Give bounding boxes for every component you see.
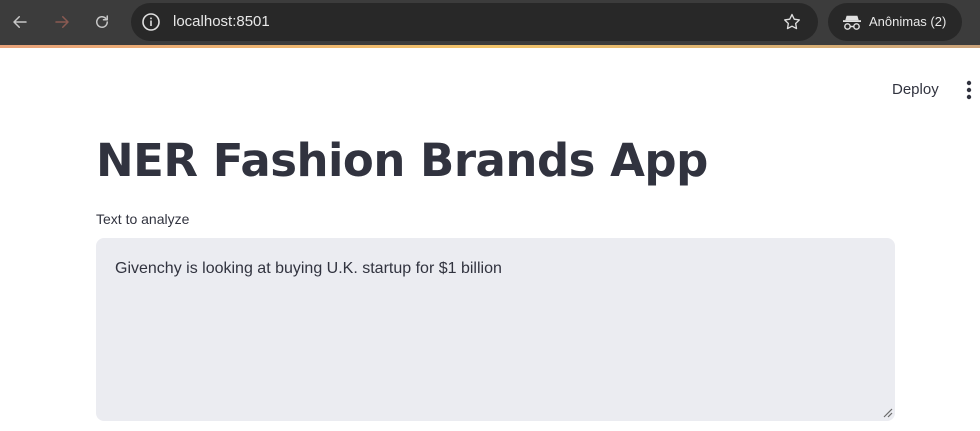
arrow-right-icon: [55, 16, 69, 28]
url-text[interactable]: localhost:8501: [173, 3, 270, 41]
reload-icon: [96, 15, 108, 28]
address-bar[interactable]: localhost:8501: [131, 3, 818, 41]
text-input-label: Text to analyze: [96, 211, 190, 227]
incognito-label: Anônimas (2): [869, 14, 947, 29]
incognito-icon: [843, 15, 861, 30]
resize-handle-icon[interactable]: [882, 407, 893, 418]
loading-bar: [0, 45, 980, 48]
reload-button[interactable]: [90, 10, 114, 34]
browser-toolbar: localhost:8501 Anônimas (2): [0, 0, 980, 45]
star-icon[interactable]: [782, 12, 802, 32]
arrow-left-icon: [13, 16, 27, 28]
info-icon[interactable]: [141, 12, 161, 32]
text-to-analyze-input[interactable]: Givenchy is looking at buying U.K. start…: [96, 238, 895, 421]
kebab-menu-icon[interactable]: [960, 78, 978, 102]
forward-button[interactable]: [50, 10, 74, 34]
page-title: NER Fashion Brands App: [96, 134, 708, 187]
incognito-indicator[interactable]: Anônimas (2): [828, 3, 962, 41]
deploy-button[interactable]: Deploy: [884, 78, 947, 102]
back-button[interactable]: [8, 10, 32, 34]
